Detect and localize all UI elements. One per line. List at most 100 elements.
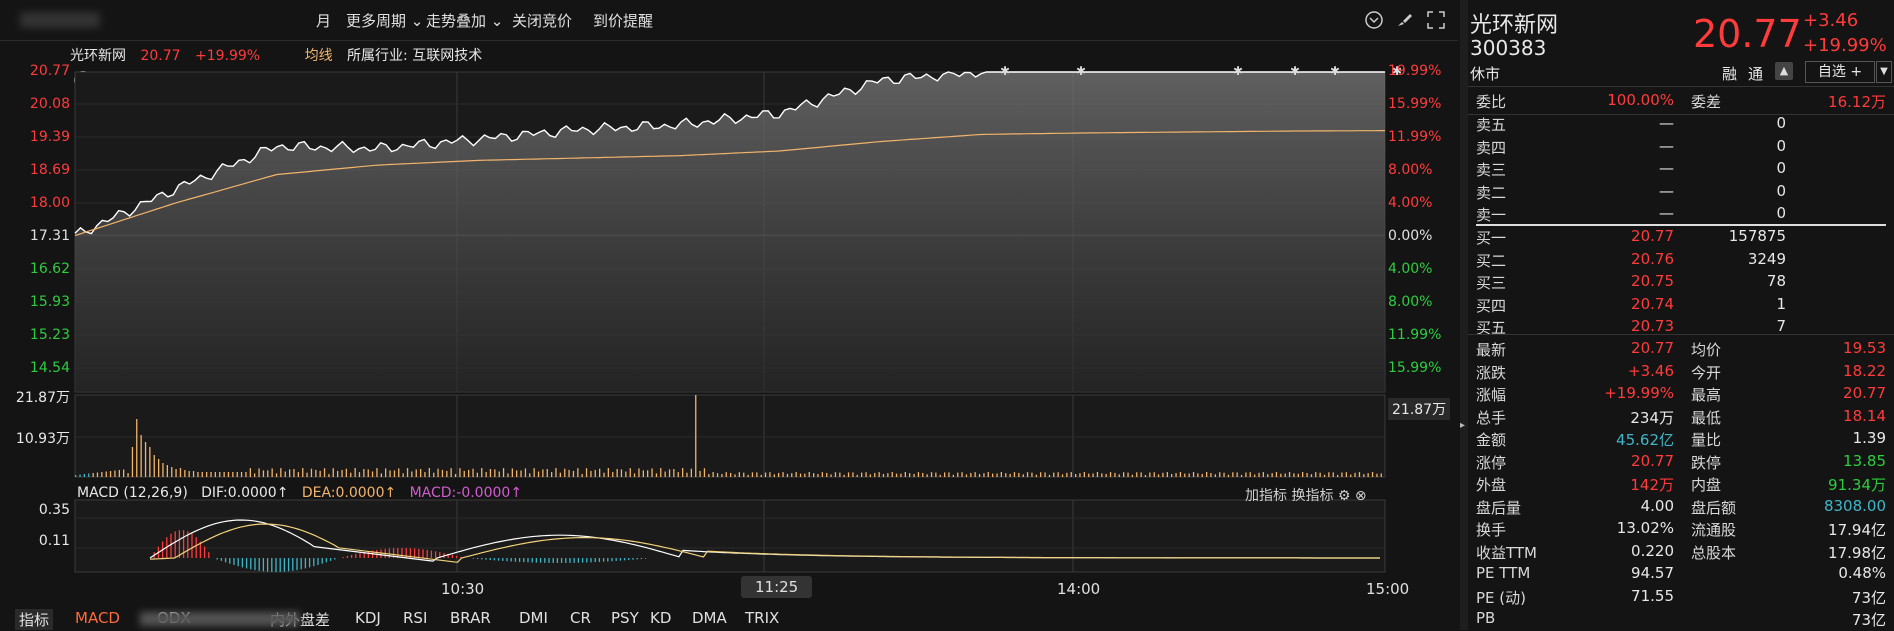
- volume-bar: [1188, 473, 1190, 477]
- volume-bar: [909, 473, 911, 477]
- chevron-down-icon[interactable]: ▼: [1876, 61, 1892, 83]
- stat-label: 金额: [1476, 431, 1507, 449]
- weibi-row: 委比 100.00% 委差 16.12万: [1476, 91, 1886, 113]
- indicator-tab[interactable]: KDJ: [355, 609, 381, 627]
- volume-bar: [682, 468, 684, 477]
- volume-bar: [144, 442, 147, 477]
- volume-bar: [537, 471, 540, 477]
- volume-bar: [647, 470, 649, 477]
- ask-volume: 0: [1776, 136, 1786, 155]
- close-circle-icon[interactable]: ⊗: [1355, 488, 1367, 504]
- volume-bar: [367, 469, 369, 477]
- volume-bar: [371, 471, 374, 477]
- volume-bar: [1101, 473, 1103, 477]
- indicator-tab[interactable]: 指标: [15, 609, 54, 630]
- weicha-value: 16.12万: [1828, 93, 1886, 111]
- chart-area[interactable]: 月 更多周期 ⌄ 走势叠加 ⌄ 关闭竞价 到价提醒 光环新网 20.77 +19…: [0, 0, 1458, 630]
- indicator-tab[interactable]: PSY: [611, 609, 639, 627]
- indicator-tab[interactable]: DMA: [692, 609, 727, 627]
- volume-bar: [433, 472, 435, 477]
- volume-bar: [79, 474, 81, 477]
- volume-bar: [406, 468, 409, 477]
- volume-bar: [677, 472, 679, 477]
- volume-bar: [533, 468, 535, 477]
- macd-param: MACD (12,26,9): [77, 485, 188, 501]
- price-tick-label: 15.93: [29, 294, 70, 310]
- volume-bar: [1118, 474, 1120, 477]
- indicator-tab[interactable]: RSI: [403, 609, 427, 627]
- volume-bar: [900, 473, 902, 477]
- volume-bar: [904, 472, 906, 477]
- volume-bar: [481, 468, 483, 477]
- volume-bar: [1354, 472, 1356, 477]
- volume-bar: [699, 470, 701, 477]
- panel-divider[interactable]: ▸: [1460, 0, 1468, 630]
- volume-bar: [821, 472, 823, 477]
- panel-price: 20.77: [1693, 12, 1802, 56]
- volume-bar: [1249, 472, 1251, 477]
- volume-bar: [175, 469, 177, 477]
- volume-bar: [590, 470, 592, 477]
- stat-value: 0.220: [1631, 541, 1674, 560]
- volume-bar: [1114, 472, 1116, 477]
- price-tick-label: 14.54: [29, 360, 70, 376]
- bell-icon[interactable]: ▲: [1775, 62, 1793, 80]
- stat-value: 94.57: [1631, 564, 1674, 582]
- volume-bar: [913, 473, 915, 477]
- trade-marker: ✱: [1290, 64, 1300, 78]
- indicator-tab[interactable]: TRIX: [745, 609, 779, 627]
- volume-bar: [1367, 473, 1369, 477]
- volume-bar: [961, 472, 963, 477]
- indicator-tab[interactable]: MACD: [75, 609, 120, 627]
- volume-bar: [1070, 472, 1072, 477]
- volume-bar: [489, 469, 492, 477]
- volume-bar: [1136, 472, 1138, 477]
- indicator-tab[interactable]: KD: [650, 609, 671, 627]
- switch-indicator-button[interactable]: 换指标: [1291, 488, 1333, 504]
- volume-bar: [1323, 474, 1326, 477]
- volume-bar: [1018, 472, 1020, 477]
- indicator-tab[interactable]: DMI: [519, 609, 548, 627]
- volume-bar: [996, 473, 998, 477]
- volume-bar: [1000, 472, 1002, 477]
- stat-label-2: 流通股: [1691, 521, 1737, 539]
- volume-bar: [690, 468, 692, 477]
- time-cursor-1125: 11:25: [741, 576, 813, 598]
- bid-price: 20.75: [1631, 272, 1674, 290]
- self-select-button[interactable]: 自选 +: [1805, 61, 1875, 83]
- stat-label-2: 总股本: [1691, 543, 1737, 562]
- pct-tick-label: 4.00%: [1388, 261, 1433, 277]
- volume-bar: [463, 470, 465, 477]
- trade-marker: ✱: [1076, 64, 1086, 78]
- stat-value-2: 13.85: [1843, 451, 1886, 470]
- price-tick-label: 15.23: [29, 327, 70, 343]
- stat-value-2: 18.14: [1843, 406, 1886, 425]
- volume-bar: [472, 468, 474, 477]
- volume-bar: [158, 459, 160, 477]
- volume-bar: [398, 468, 400, 477]
- volume-bar: [494, 469, 496, 477]
- volume-bar: [1319, 472, 1321, 477]
- volume-bar: [262, 470, 265, 477]
- volume-bar: [332, 468, 334, 477]
- stat-label-2: 跌停: [1691, 453, 1722, 472]
- indicator-tab[interactable]: CR: [570, 609, 591, 627]
- stat-value-2: 91.34万: [1828, 476, 1886, 494]
- volume-bar: [585, 468, 588, 477]
- indicator-tab[interactable]: BRAR: [450, 609, 491, 627]
- volume-bar: [830, 474, 832, 477]
- volume-bar: [917, 472, 920, 477]
- time-1030: 10:30: [441, 580, 485, 598]
- blurred-tabs: [140, 612, 300, 626]
- gear-icon[interactable]: ⚙: [1338, 488, 1351, 504]
- volume-bar: [136, 419, 138, 477]
- add-indicator-button[interactable]: 加指标: [1245, 488, 1287, 504]
- volume-bar: [1066, 472, 1068, 477]
- bid-volume: 78: [1766, 272, 1786, 290]
- stat-label-2: 盘后额: [1691, 498, 1737, 517]
- volume-bar: [695, 395, 697, 477]
- stat-value-2: 19.53: [1843, 339, 1886, 357]
- volume-bar: [149, 447, 151, 477]
- weicha-label: 委差: [1691, 93, 1722, 111]
- volume-bar: [507, 473, 509, 477]
